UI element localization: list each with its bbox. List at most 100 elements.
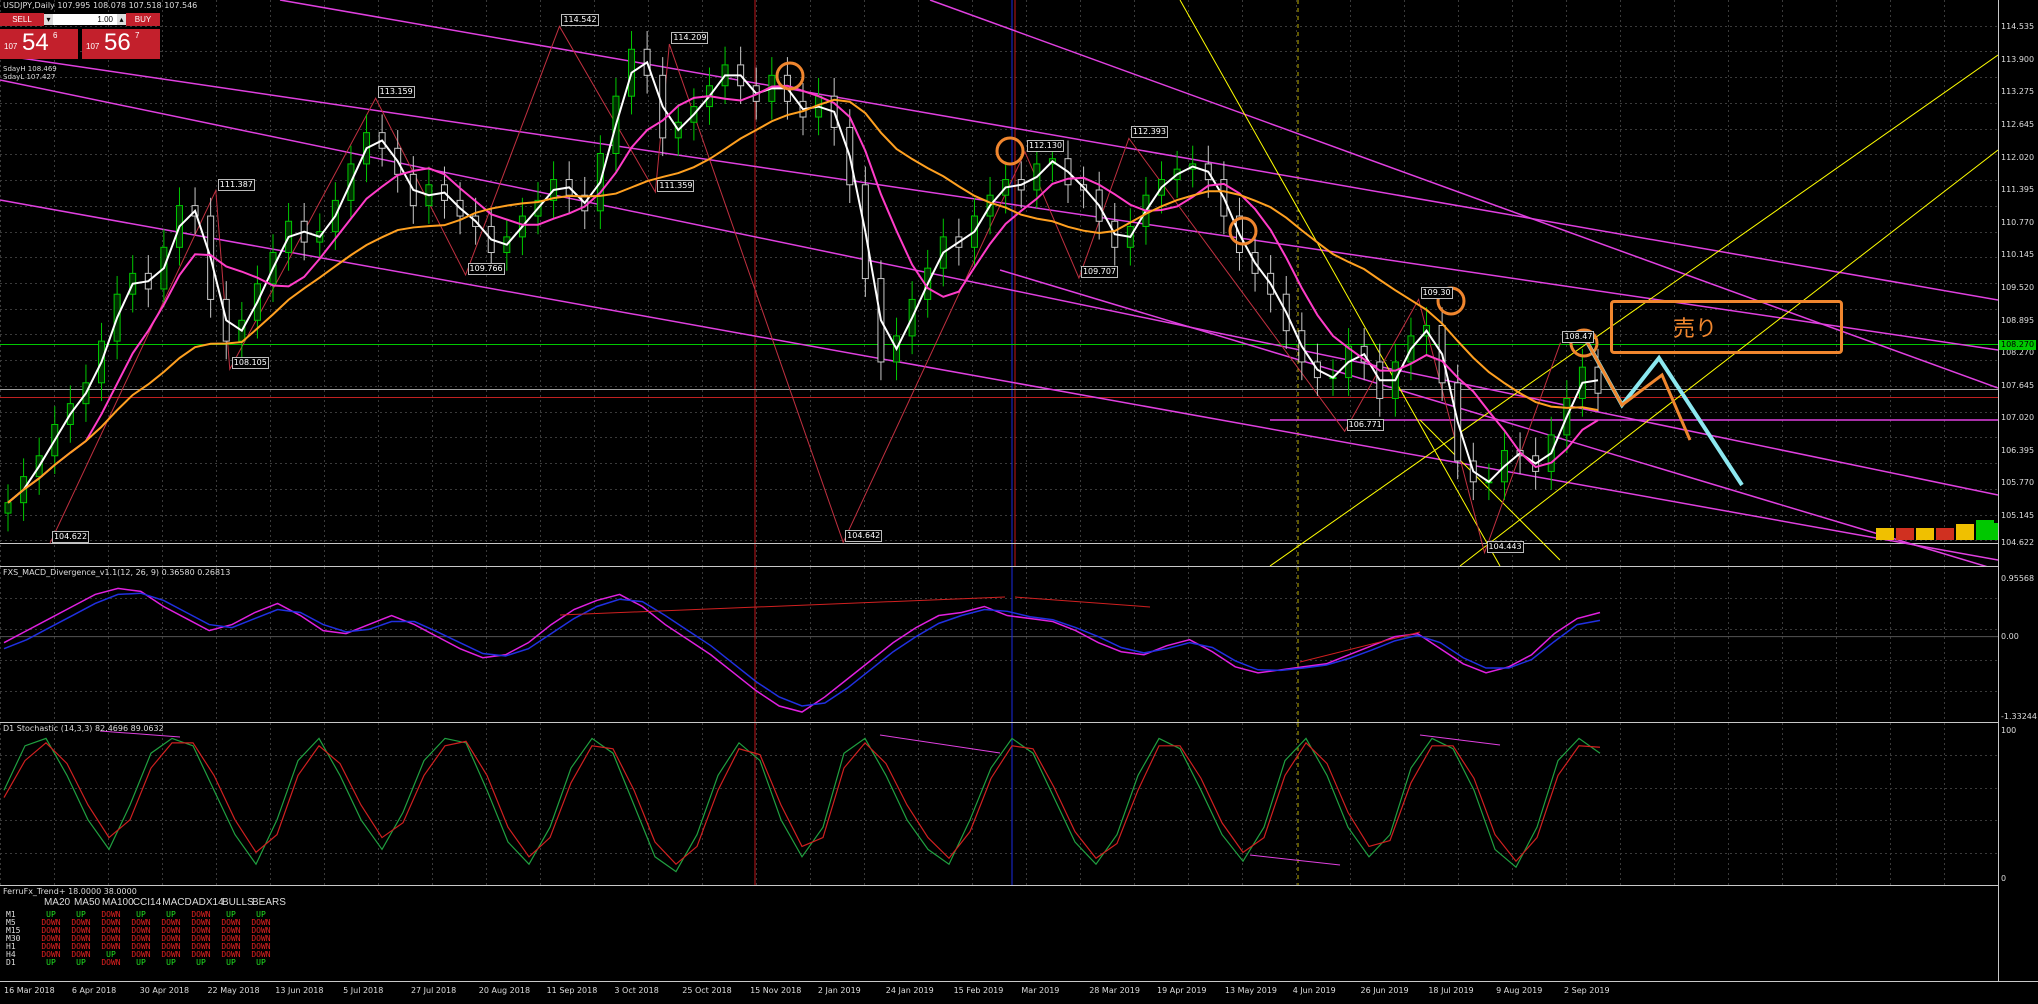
time-tick: 2 Jan 2019 [817,986,861,995]
time-tick: 13 Jun 2018 [275,986,324,995]
price-tick: 105.770 [2001,478,2035,488]
grid [0,567,1998,722]
ma-mid-magenta [7,84,1599,504]
swing-label: 106.771 [1346,419,1384,432]
price-tick: 112.020 [2001,152,2035,162]
buy-price-button[interactable]: 107 56 7 [82,29,160,59]
time-tick: 15 Nov 2018 [750,986,802,995]
grid [0,0,1998,566]
stoch-tick: 100 [2001,726,2017,735]
time-tick: 20 Aug 2018 [478,986,531,995]
time-tick: 24 Jan 2019 [885,986,934,995]
swing-label: 108.105 [231,357,269,370]
sell-price-pips: 54 [22,29,49,56]
trend-header: BULLS [222,897,254,908]
time-tick: 27 Jul 2018 [410,986,457,995]
macd-title: FXS_MACD_Divergence_v1.1(12, 26, 9) 0.36… [3,568,231,577]
trend-header: MA100 [102,897,134,908]
time-axis[interactable]: 16 Mar 2018 6 Apr 2018 30 Apr 2018 22 May 2… [0,981,2038,1004]
price-tick: 104.622 [2001,538,2035,548]
divergence-line [1014,596,1151,608]
swing-label: 109.707 [1080,266,1119,279]
stoch-divergence-line [879,734,1001,754]
sell-annotation-text: 売り [1673,316,1718,341]
volume-bar [1916,528,1934,540]
price-chart-svg [0,0,1998,566]
trend-header: BEARS [252,897,286,908]
sell-price-figure: 107 [4,42,18,51]
buy-price-figure: 107 [86,42,100,51]
trend-header: MA20 [43,897,71,908]
time-tick: 5 Jul 2018 [343,986,384,995]
trend-header: MACD [162,897,192,908]
price-chart-pane[interactable]: USDJPY,Daily 107.995 108.078 107.518 107… [0,0,1998,567]
price-tick: 106.395 [2001,445,2035,455]
time-tick: 18 Jul 2019 [1428,986,1474,995]
ma-slow-orange [7,98,1599,504]
trend-cell: UP [76,958,86,967]
trend-cell: DOWN [101,958,121,967]
swing-label: 104.622 [51,531,90,544]
time-tick: 11 Sep 2018 [546,986,598,995]
time-tick: 13 May 2019 [1224,986,1278,995]
time-tick: 26 Jun 2019 [1360,986,1409,995]
stoch-tick: 0 [2001,874,2007,883]
stoch-k-line [3,737,1601,873]
time-tick: 3 Oct 2018 [614,986,659,995]
swing-label: 104.443 [1486,540,1524,553]
time-tick: 16 Mar 2018 [4,986,55,995]
price-tick: 113.900 [2001,54,2035,64]
stoch-divergence-line [1419,734,1501,746]
swing-label: 111.359 [657,180,695,193]
swing-label: 113.159 [377,86,415,99]
macd-tick: 0.00 [2001,631,2019,641]
trend-line [0,199,1998,561]
trend-cell: UP [226,958,236,967]
trend-row: D1 UP UP DOWN UP UP UP UP UP [6,959,276,967]
macd-pane[interactable]: FXS_MACD_Divergence_v1.1(12, 26, 9) 0.36… [0,567,1998,723]
swing-label: 112.130 [1026,139,1065,152]
time-tick: 15 Feb 2019 [953,986,1004,995]
time-tick: 9 Aug 2019 [1496,986,1543,995]
candles [4,31,1602,532]
stochastic-pane[interactable]: D1 Stochastic (14,3,3) 82.4696 89.0632 [0,723,1998,886]
trend-cell: UP [46,958,56,967]
trend-cell: UP [136,958,146,967]
volume-bar [1986,523,1998,540]
sell-price-button[interactable]: 107 54 6 [0,29,78,59]
price-axis[interactable]: 114.535 113.900 113.275 112.645 112.020 111.3… [1998,0,2038,981]
price-tick: 113.275 [2001,87,2035,97]
sell-button[interactable]: SELL [0,13,44,26]
buy-button[interactable]: BUY [126,13,160,26]
trend-pane[interactable]: FerruFx_Trend+ 18.0000 38.0000 MA20 MA50 M… [0,886,1998,981]
price-tick: 110.770 [2001,217,2035,227]
time-tick: 25 Oct 2018 [682,986,732,995]
macd-tick: 0.95568 [2001,574,2035,583]
time-tick: 19 Apr 2019 [1157,986,1207,995]
price-tick: 105.145 [2001,510,2035,520]
volume-bar [1956,524,1974,540]
trend-header: MA50 [73,897,101,908]
time-tick: 30 Apr 2018 [139,986,190,995]
swing-high-circle [995,136,1025,166]
time-tick: 2 Sep 2019 [1564,986,1610,995]
trend-header: CCI14 [132,897,162,908]
candle-body [4,502,12,514]
price-tick: 112.645 [2001,120,2035,130]
trend-header: ADX14 [192,897,224,908]
swing-label: 109.766 [467,262,505,275]
time-tick: 6 Apr 2018 [71,986,117,995]
lot-increase-button[interactable]: ▴ [117,14,126,25]
lot-size-input[interactable]: 1.00 [53,14,117,25]
stochastic-svg [0,723,1998,885]
trend-cell: UP [256,958,266,967]
sday-low: SdayL 107.427 [3,73,56,81]
swing-label: 108.47 [1562,330,1595,343]
swing-label: 104.642 [845,530,883,543]
volume-bar [1936,528,1954,540]
price-tick: 111.395 [2001,185,2035,195]
lot-decrease-button[interactable]: ▾ [44,14,53,25]
buy-price-pips: 56 [104,29,131,56]
cyan-projection-line [1584,339,1744,487]
trend-line [279,0,1998,301]
